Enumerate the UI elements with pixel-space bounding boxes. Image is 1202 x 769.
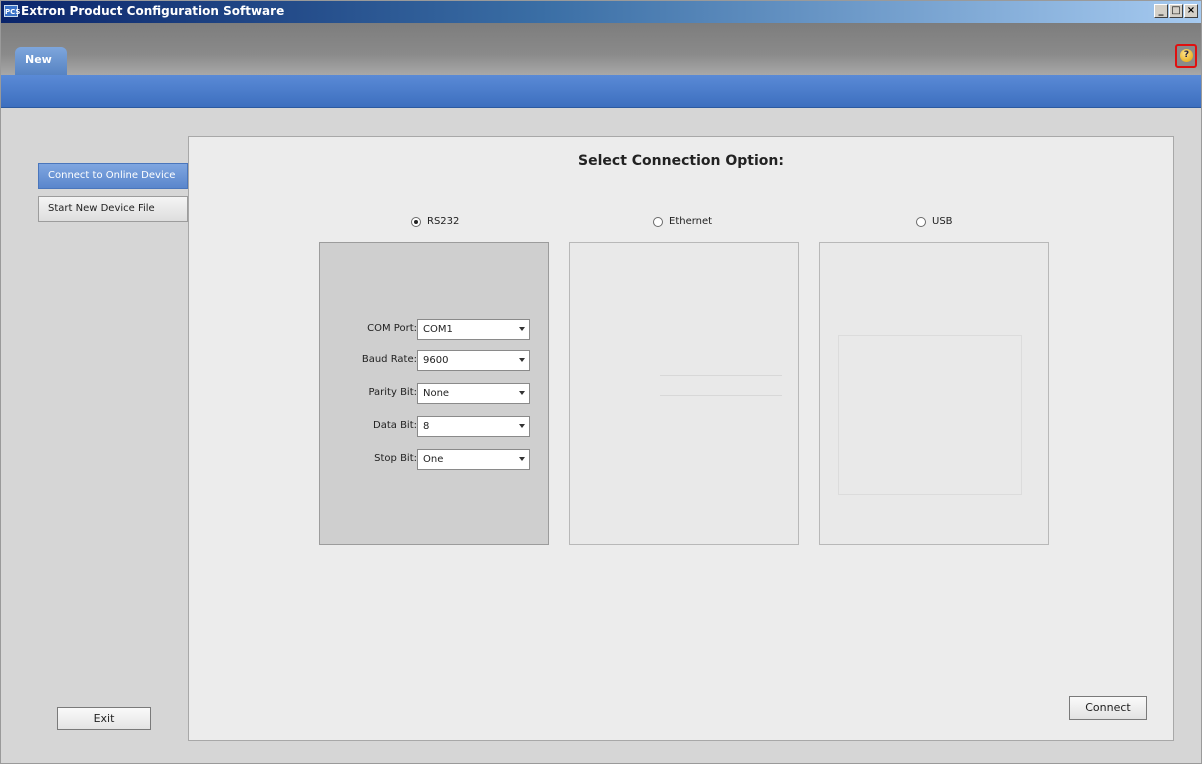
ethernet-label: Ethernet bbox=[669, 216, 713, 227]
title-bar: PCS Extron Product Configuration Softwar… bbox=[1, 1, 1201, 23]
stop-bit-field: Stop Bit: One bbox=[320, 449, 550, 471]
baud-rate-select[interactable]: 9600 bbox=[417, 350, 530, 371]
data-bit-field: Data Bit: 8 bbox=[320, 416, 550, 438]
stop-bit-select[interactable]: One bbox=[417, 449, 530, 470]
rs232-label: RS232 bbox=[427, 216, 460, 227]
parity-bit-label: Parity Bit: bbox=[368, 387, 417, 398]
tab-bar: New ? bbox=[1, 23, 1201, 75]
usb-radio[interactable] bbox=[916, 216, 926, 227]
baud-rate-field: Baud Rate: 9600 bbox=[320, 350, 550, 372]
chevron-down-icon bbox=[519, 457, 525, 461]
option-ethernet[interactable]: Ethernet bbox=[653, 216, 712, 227]
chevron-down-icon bbox=[519, 327, 525, 331]
connection-panel: Select Connection Option: RS232 Ethernet… bbox=[188, 136, 1174, 741]
help-button[interactable]: ? bbox=[1175, 44, 1197, 68]
help-icon: ? bbox=[1180, 49, 1193, 62]
chevron-down-icon bbox=[519, 424, 525, 428]
stop-bit-label: Stop Bit: bbox=[374, 453, 417, 464]
panel-heading: Select Connection Option: bbox=[578, 153, 784, 169]
sidebar-item-connect-online[interactable]: Connect to Online Device bbox=[38, 163, 188, 189]
rs232-radio[interactable] bbox=[411, 216, 421, 227]
com-port-select[interactable]: COM1 bbox=[417, 319, 530, 340]
chevron-down-icon bbox=[519, 358, 525, 362]
parity-bit-field: Parity Bit: None bbox=[320, 383, 550, 405]
rs232-settings-box: COM Port: COM1 Baud Rate: 9600 Parity Bi… bbox=[319, 242, 549, 545]
window-title: Extron Product Configuration Software bbox=[21, 4, 285, 18]
data-bit-label: Data Bit: bbox=[373, 420, 417, 431]
stop-bit-value: One bbox=[423, 454, 444, 465]
minimize-button[interactable]: _ bbox=[1154, 4, 1168, 18]
close-button[interactable]: × bbox=[1184, 4, 1198, 18]
tab-new[interactable]: New bbox=[15, 47, 67, 75]
baud-rate-label: Baud Rate: bbox=[361, 354, 417, 365]
maximize-button[interactable]: □ bbox=[1169, 4, 1183, 18]
parity-bit-value: None bbox=[423, 388, 450, 399]
ethernet-settings-box bbox=[569, 242, 799, 545]
ethernet-radio[interactable] bbox=[653, 216, 663, 227]
option-rs232[interactable]: RS232 bbox=[411, 216, 459, 227]
ethernet-field-placeholder bbox=[660, 395, 782, 396]
com-port-field: COM Port: COM1 bbox=[320, 319, 550, 341]
ethernet-field-placeholder bbox=[660, 375, 782, 376]
ribbon bbox=[1, 75, 1201, 108]
data-bit-select[interactable]: 8 bbox=[417, 416, 530, 437]
com-port-label: COM Port: bbox=[367, 323, 417, 334]
usb-label: USB bbox=[932, 216, 953, 227]
sidebar-item-start-new-file[interactable]: Start New Device File bbox=[38, 196, 188, 222]
usb-device-list-placeholder bbox=[838, 335, 1022, 495]
usb-settings-box bbox=[819, 242, 1049, 545]
app-window: PCS Extron Product Configuration Softwar… bbox=[0, 0, 1202, 764]
parity-bit-select[interactable]: None bbox=[417, 383, 530, 404]
exit-button[interactable]: Exit bbox=[57, 707, 151, 730]
data-bit-value: 8 bbox=[423, 421, 430, 432]
option-usb[interactable]: USB bbox=[916, 216, 953, 227]
app-icon: PCS bbox=[4, 5, 20, 17]
window-controls: _ □ × bbox=[1154, 4, 1198, 18]
connect-button[interactable]: Connect bbox=[1069, 696, 1147, 720]
baud-rate-value: 9600 bbox=[423, 355, 449, 366]
chevron-down-icon bbox=[519, 391, 525, 395]
com-port-value: COM1 bbox=[423, 324, 453, 335]
